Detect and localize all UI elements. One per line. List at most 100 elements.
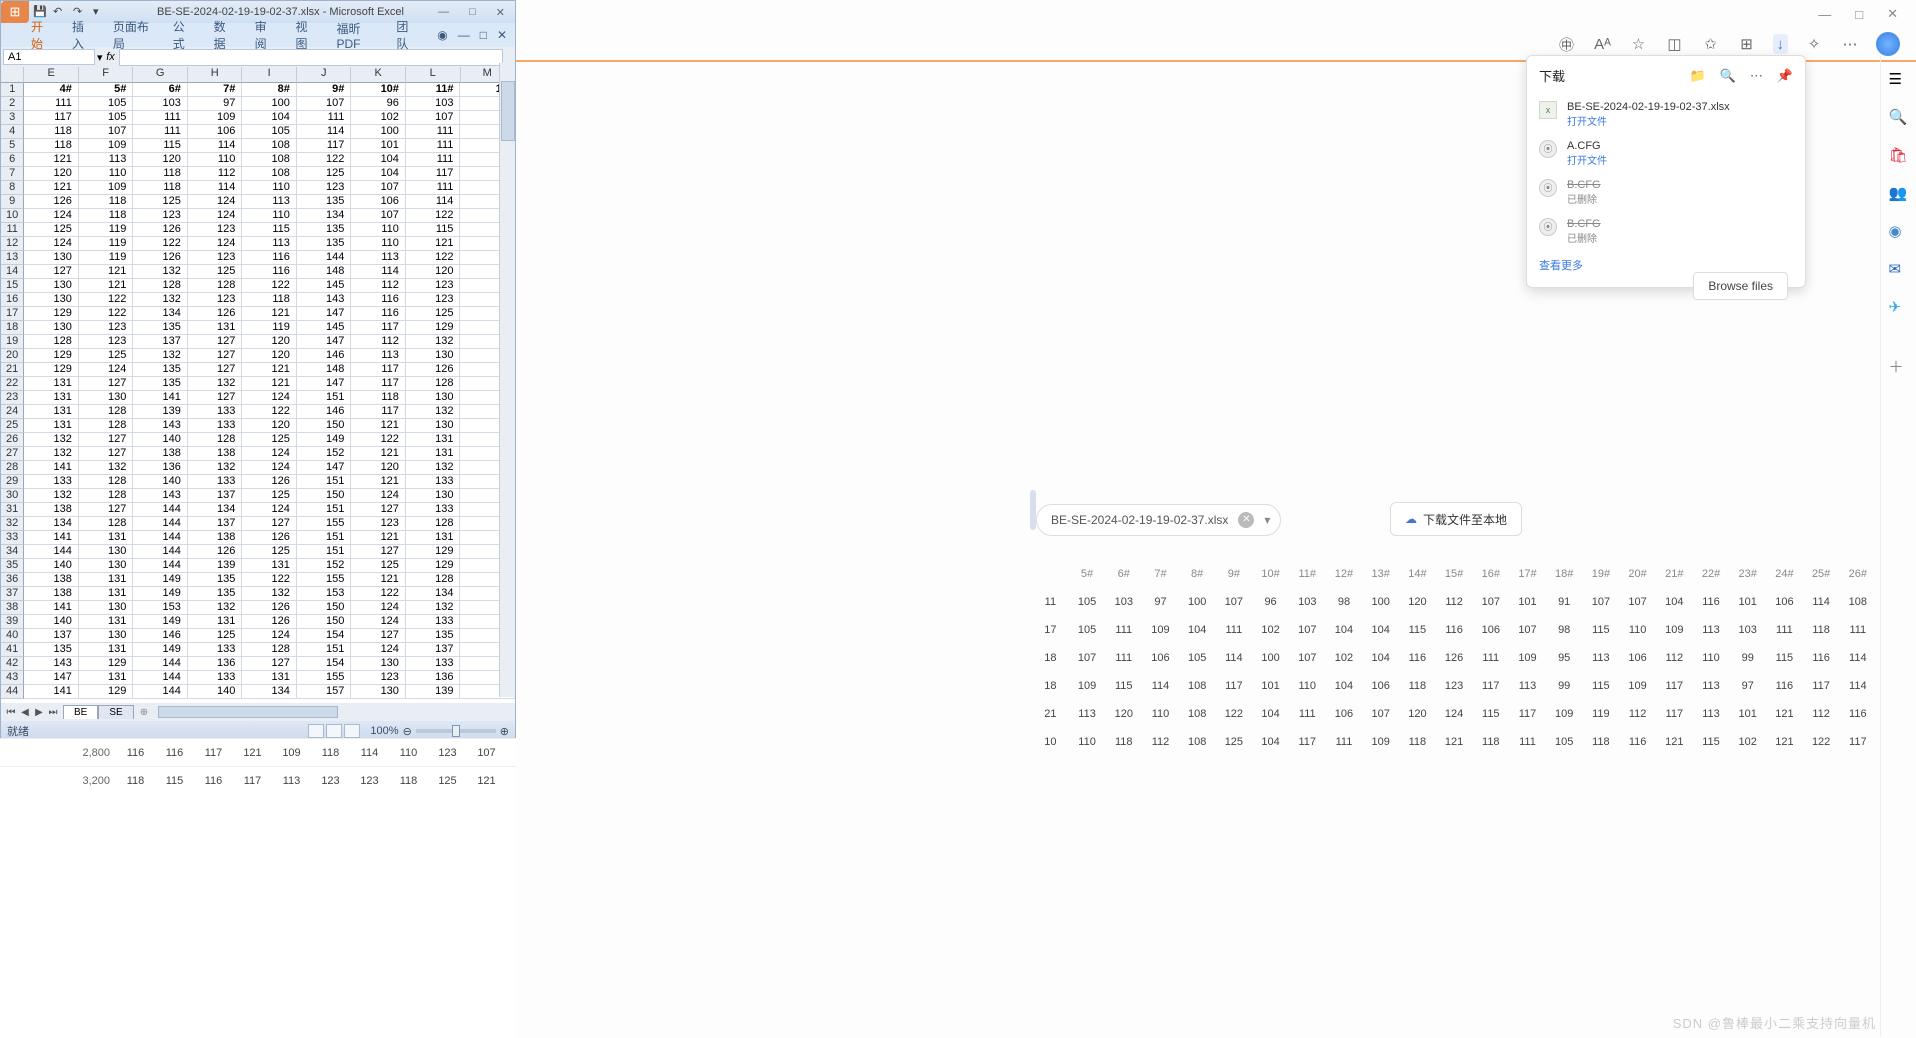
tab-layout[interactable]: 页面布局 bbox=[113, 18, 151, 52]
cell[interactable]: 120 bbox=[242, 419, 297, 433]
cell[interactable]: 9# bbox=[297, 83, 352, 97]
cell[interactable]: 122 bbox=[406, 251, 461, 265]
col-header[interactable]: G bbox=[133, 67, 188, 83]
cell[interactable]: 111 bbox=[406, 153, 461, 167]
text-size-icon[interactable]: Aᴬ bbox=[1593, 34, 1613, 54]
cell[interactable]: 127 bbox=[79, 433, 134, 447]
cell[interactable]: 145 bbox=[297, 321, 352, 335]
cell[interactable]: 137 bbox=[188, 489, 243, 503]
cell[interactable]: 118 bbox=[242, 293, 297, 307]
cell[interactable]: 128 bbox=[79, 475, 134, 489]
row-header[interactable]: 33 bbox=[1, 531, 24, 545]
cell[interactable]: 143 bbox=[297, 293, 352, 307]
cell[interactable]: 151 bbox=[297, 545, 352, 559]
sidebar-toggle-icon[interactable]: ☰ bbox=[1889, 70, 1909, 90]
cell[interactable]: 151 bbox=[297, 475, 352, 489]
page-layout-icon[interactable] bbox=[326, 724, 342, 738]
row-header[interactable]: 6 bbox=[1, 153, 24, 167]
cell[interactable]: 138 bbox=[24, 587, 79, 601]
cell[interactable]: 138 bbox=[24, 503, 79, 517]
cell[interactable]: 131 bbox=[406, 447, 461, 461]
cell[interactable]: 110 bbox=[351, 223, 406, 237]
cell[interactable]: 130 bbox=[406, 349, 461, 363]
formula-bar[interactable] bbox=[119, 49, 503, 66]
cell[interactable]: 104 bbox=[242, 111, 297, 125]
cell[interactable]: 124 bbox=[242, 447, 297, 461]
dl-more-icon[interactable]: ⋯ bbox=[1750, 68, 1763, 84]
cell[interactable]: 140 bbox=[24, 559, 79, 573]
cell[interactable]: 144 bbox=[297, 251, 352, 265]
cell[interactable]: 117 bbox=[297, 139, 352, 153]
cell[interactable]: 134 bbox=[297, 209, 352, 223]
row-header[interactable]: 16 bbox=[1, 293, 24, 307]
cell[interactable]: 110 bbox=[351, 237, 406, 251]
cell[interactable]: 148 bbox=[297, 363, 352, 377]
cell[interactable]: 116 bbox=[351, 293, 406, 307]
cell[interactable]: 121 bbox=[406, 237, 461, 251]
cell[interactable]: 116 bbox=[242, 265, 297, 279]
tab-home[interactable]: 开始 bbox=[31, 18, 50, 52]
cell[interactable]: 127 bbox=[79, 377, 134, 391]
cell[interactable]: 149 bbox=[297, 433, 352, 447]
row-header[interactable]: 4 bbox=[1, 125, 24, 139]
cell[interactable]: 118 bbox=[24, 125, 79, 139]
select-all-corner[interactable] bbox=[1, 67, 24, 83]
qat-dropdown-icon[interactable]: ▾ bbox=[93, 5, 107, 19]
cell[interactable]: 150 bbox=[297, 601, 352, 615]
last-sheet-icon[interactable]: ⏭ bbox=[47, 707, 59, 718]
cell[interactable]: 125 bbox=[188, 265, 243, 279]
cell[interactable]: 127 bbox=[351, 629, 406, 643]
dl-search-icon[interactable]: 🔍 bbox=[1720, 68, 1736, 84]
cell[interactable]: 134 bbox=[406, 587, 461, 601]
cell[interactable]: 136 bbox=[188, 657, 243, 671]
cell[interactable]: 120 bbox=[406, 265, 461, 279]
cell[interactable]: 122 bbox=[79, 307, 134, 321]
minimize-icon[interactable]: — bbox=[438, 6, 449, 19]
cell[interactable]: 133 bbox=[406, 475, 461, 489]
cell[interactable]: 129 bbox=[79, 685, 134, 699]
pin-icon[interactable]: 📌 bbox=[1777, 68, 1793, 84]
cell[interactable]: 130 bbox=[79, 559, 134, 573]
cell[interactable]: 124 bbox=[242, 629, 297, 643]
cell[interactable]: 131 bbox=[24, 405, 79, 419]
cell[interactable]: 131 bbox=[242, 559, 297, 573]
cell[interactable]: 128 bbox=[79, 517, 134, 531]
row-header[interactable]: 11 bbox=[1, 223, 24, 237]
cell[interactable]: 130 bbox=[79, 629, 134, 643]
cell[interactable]: 135 bbox=[188, 587, 243, 601]
office-button[interactable]: ⊞ bbox=[1, 1, 29, 23]
cell[interactable]: 150 bbox=[297, 489, 352, 503]
cell[interactable]: 8# bbox=[242, 83, 297, 97]
cell[interactable]: 127 bbox=[79, 503, 134, 517]
cell[interactable]: 128 bbox=[406, 377, 461, 391]
cell[interactable]: 126 bbox=[242, 475, 297, 489]
cell[interactable]: 123 bbox=[351, 671, 406, 685]
cell[interactable]: 150 bbox=[297, 419, 352, 433]
row-header[interactable]: 2 bbox=[1, 97, 24, 111]
row-header[interactable]: 35 bbox=[1, 559, 24, 573]
cell[interactable]: 143 bbox=[133, 489, 188, 503]
cell[interactable]: 134 bbox=[24, 517, 79, 531]
cell[interactable]: 141 bbox=[24, 531, 79, 545]
cell[interactable]: 151 bbox=[297, 531, 352, 545]
cell[interactable]: 120 bbox=[242, 335, 297, 349]
row-header[interactable]: 37 bbox=[1, 587, 24, 601]
cell[interactable]: 111 bbox=[133, 111, 188, 125]
cell[interactable]: 155 bbox=[297, 517, 352, 531]
cell[interactable]: 121 bbox=[351, 531, 406, 545]
cell[interactable]: 124 bbox=[351, 615, 406, 629]
cell[interactable]: 124 bbox=[351, 643, 406, 657]
row-header[interactable]: 31 bbox=[1, 503, 24, 517]
cell[interactable]: 109 bbox=[79, 181, 134, 195]
cell[interactable]: 114 bbox=[406, 195, 461, 209]
cell[interactable]: 131 bbox=[24, 391, 79, 405]
cell[interactable]: 125 bbox=[242, 489, 297, 503]
cell[interactable]: 131 bbox=[79, 573, 134, 587]
cell[interactable]: 119 bbox=[242, 321, 297, 335]
cell[interactable]: 123 bbox=[297, 181, 352, 195]
cell[interactable]: 124 bbox=[188, 195, 243, 209]
row-header[interactable]: 8 bbox=[1, 181, 24, 195]
cell[interactable]: 111 bbox=[406, 125, 461, 139]
cell[interactable]: 146 bbox=[297, 405, 352, 419]
cell[interactable]: 137 bbox=[188, 517, 243, 531]
